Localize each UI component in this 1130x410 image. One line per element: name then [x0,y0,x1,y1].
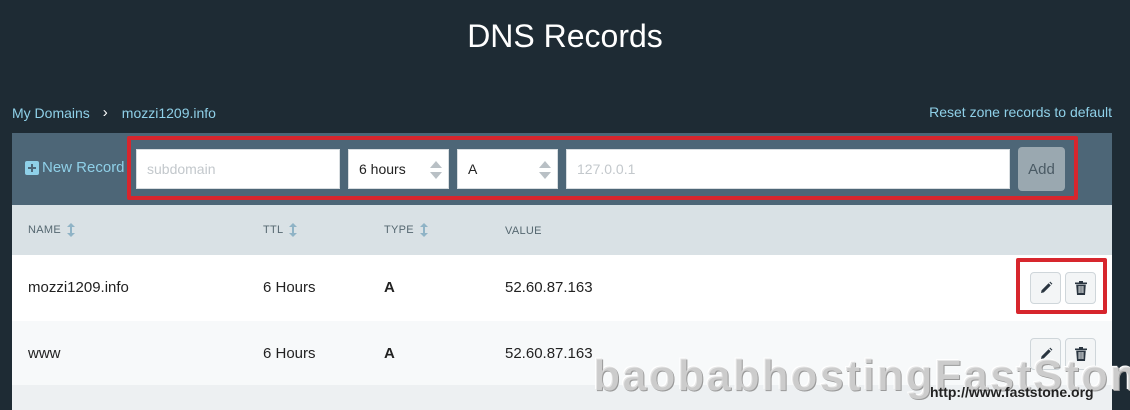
record-type: A [384,345,395,362]
column-header-value: VALUE [505,225,542,237]
watermark-url: http://www.faststone.org [930,384,1094,400]
form-highlight-box [127,136,1078,200]
record-value: 52.60.87.163 [505,279,593,296]
column-header-ttl[interactable]: TTL [263,223,298,237]
page-header: DNS Records My Domains › mozzi1209.info … [0,0,1130,140]
table-row: mozzi1209.info 6 Hours A 52.60.87.163 [12,255,1112,321]
column-header-type[interactable]: TYPE [384,223,428,237]
sort-icon [66,223,75,237]
breadcrumb-separator: › [102,104,108,121]
column-header-label: NAME [28,224,61,236]
breadcrumb: My Domains › mozzi1209.info [12,104,216,121]
record-value: 52.60.87.163 [505,345,593,362]
record-type: A [384,279,395,296]
column-header-name[interactable]: NAME [28,223,75,237]
column-header-label: TTL [263,224,284,236]
record-ttl: 6 Hours [263,279,316,296]
sort-icon [419,223,428,237]
column-header-label: TYPE [384,224,414,236]
record-ttl: 6 Hours [263,345,316,362]
table-header: NAME TTL TYPE VALUE [12,205,1112,255]
new-record-button[interactable]: New Record [25,159,125,176]
breadcrumb-domain[interactable]: mozzi1209.info [122,105,216,121]
reset-zone-records-link[interactable]: Reset zone records to default [929,104,1112,120]
plus-icon [25,160,39,175]
column-header-label: VALUE [505,225,542,237]
sort-icon [289,223,298,237]
page-title: DNS Records [467,18,663,54]
actions-highlight-box [1016,258,1107,314]
new-record-label: New Record [42,159,125,176]
breadcrumb-my-domains[interactable]: My Domains [12,105,90,121]
record-name: mozzi1209.info [28,279,129,296]
record-name: www [28,345,61,362]
